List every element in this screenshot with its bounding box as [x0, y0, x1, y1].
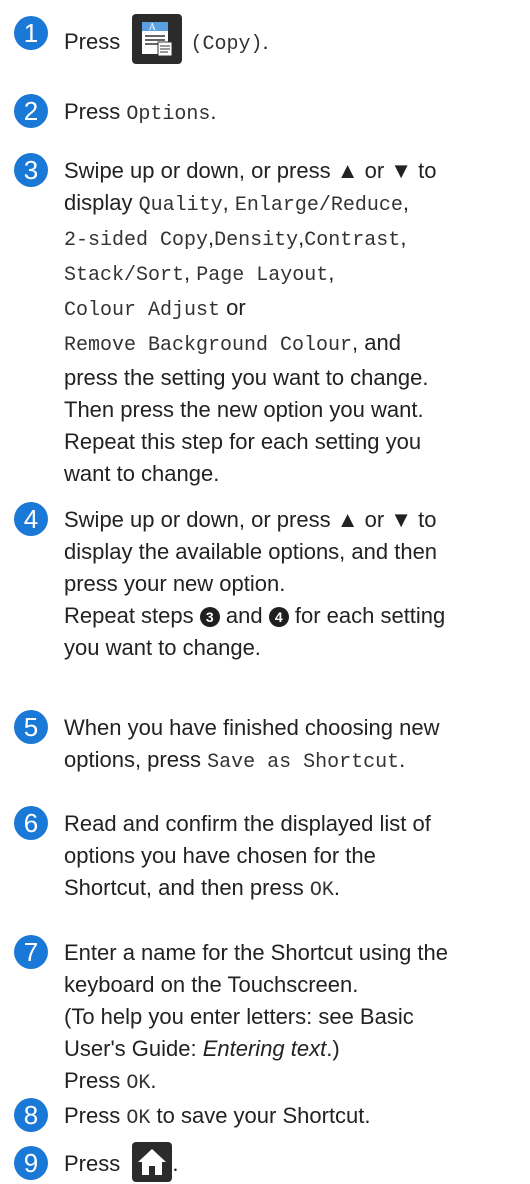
text: to save your Shortcut. — [156, 1103, 371, 1128]
text: , and — [352, 330, 401, 355]
ok-label: OK — [126, 1072, 151, 1095]
stack-sort-option: Stack/Sort — [64, 264, 185, 287]
text: for each setting — [294, 603, 446, 628]
line: Read and confirm the displayed list of — [64, 811, 431, 836]
text: or — [226, 295, 246, 320]
period: . — [399, 747, 406, 772]
step-ref-4: 4 — [268, 607, 289, 627]
period: . — [172, 1151, 179, 1176]
step-number-badge: 3 — [14, 153, 48, 187]
line: Remove Background Colour, and — [64, 327, 526, 362]
text: and — [225, 603, 263, 628]
period: . — [262, 28, 269, 54]
step-number-badge: 1 — [14, 16, 48, 50]
text: options, press — [64, 747, 201, 772]
ok-label: OK — [126, 1107, 151, 1130]
line: Repeat steps 3 and 4 for each setting — [64, 600, 526, 632]
text: .) — [326, 1036, 340, 1061]
press-text: Press — [64, 28, 121, 54]
contrast-option: Contrast — [304, 229, 401, 252]
step-text: When you have finished choosing new opti… — [64, 712, 526, 779]
ok-label: OK — [309, 879, 334, 902]
line: you want to change. — [64, 635, 261, 660]
line: keyboard on the Touchscreen. — [64, 972, 359, 997]
step-text: Read and confirm the displayed list of o… — [64, 808, 526, 907]
step-number-badge: 9 — [14, 1146, 48, 1180]
text: Press — [64, 1068, 121, 1093]
step-number-badge: 8 — [14, 1098, 48, 1132]
step-text: Press . — [64, 1142, 526, 1183]
remove-background-colour-option: Remove Background Colour — [64, 334, 353, 357]
step-text: Press OK to save your Shortcut. — [64, 1100, 526, 1135]
svg-text:A: A — [148, 23, 156, 33]
options-label: Options — [126, 103, 211, 126]
line: User's Guide: Entering text.) — [64, 1033, 526, 1065]
copy-label: (Copy) — [190, 32, 263, 56]
entering-text-reference: Entering text — [202, 1036, 327, 1061]
home-icon — [132, 1142, 173, 1183]
line: Shortcut, and then press OK. — [64, 872, 526, 907]
step-text: Enter a name for the Shortcut using the … — [64, 937, 526, 1100]
step-number-badge: 7 — [14, 935, 48, 969]
density-option: Density — [214, 229, 299, 252]
line: press the setting you want to change. — [64, 365, 429, 390]
step-number-badge: 5 — [14, 710, 48, 744]
step-number-badge: 6 — [14, 806, 48, 840]
line: When you have finished choosing new — [64, 715, 440, 740]
period: . — [150, 1068, 157, 1093]
copy-icon: A — [132, 14, 183, 64]
page-layout-option: Page Layout — [196, 264, 329, 287]
line: Enter a name for the Shortcut using the — [64, 940, 449, 965]
press-text: Press — [64, 99, 121, 124]
period: . — [333, 875, 340, 900]
line: Swipe up or down, or press ▲ or ▼ to — [64, 158, 437, 183]
text: Shortcut, and then press — [64, 875, 304, 900]
step-number-badge: 2 — [14, 94, 48, 128]
step-text: Swipe up or down, or press ▲ or ▼ to dis… — [64, 155, 526, 490]
text: Repeat steps — [64, 603, 194, 628]
step-number-badge: 4 — [14, 502, 48, 536]
colour-adjust-option: Colour Adjust — [64, 299, 221, 322]
save-as-shortcut-label: Save as Shortcut — [207, 751, 400, 774]
line: (To help you enter letters: see Basic — [64, 1004, 414, 1029]
two-sided-copy-option: 2-sided Copy — [64, 229, 209, 252]
text: display — [64, 190, 133, 215]
line: options, press Save as Shortcut. — [64, 744, 526, 779]
step-ref-3: 3 — [199, 607, 220, 627]
line: Then press the new option you want. — [64, 397, 424, 422]
line: Press OK. — [64, 1065, 526, 1100]
step-text: Press Options. — [64, 96, 526, 131]
line: Stack/Sort, Page Layout, — [64, 260, 335, 287]
step-text: Press A (Copy). — [64, 14, 526, 64]
step-text: Swipe up or down, or press ▲ or ▼ to dis… — [64, 504, 526, 664]
line: options you have chosen for the — [64, 843, 376, 868]
text: User's Guide: — [64, 1036, 197, 1061]
line: press your new option. — [64, 571, 286, 596]
line: Colour Adjust or — [64, 292, 526, 327]
line: Swipe up or down, or press ▲ or ▼ to — [64, 507, 437, 532]
line: display the available options, and then — [64, 539, 438, 564]
line: Repeat this step for each setting you — [64, 429, 422, 454]
line: 2-sided Copy,Density,Contrast, — [64, 225, 407, 252]
quality-option: Quality — [138, 194, 223, 217]
period: . — [210, 99, 217, 124]
line: display Quality, Enlarge/Reduce, — [64, 190, 410, 217]
press-text: Press — [64, 1103, 121, 1128]
enlarge-reduce-option: Enlarge/Reduce — [234, 194, 403, 217]
press-text: Press — [64, 1151, 121, 1176]
line: want to change. — [64, 461, 220, 486]
